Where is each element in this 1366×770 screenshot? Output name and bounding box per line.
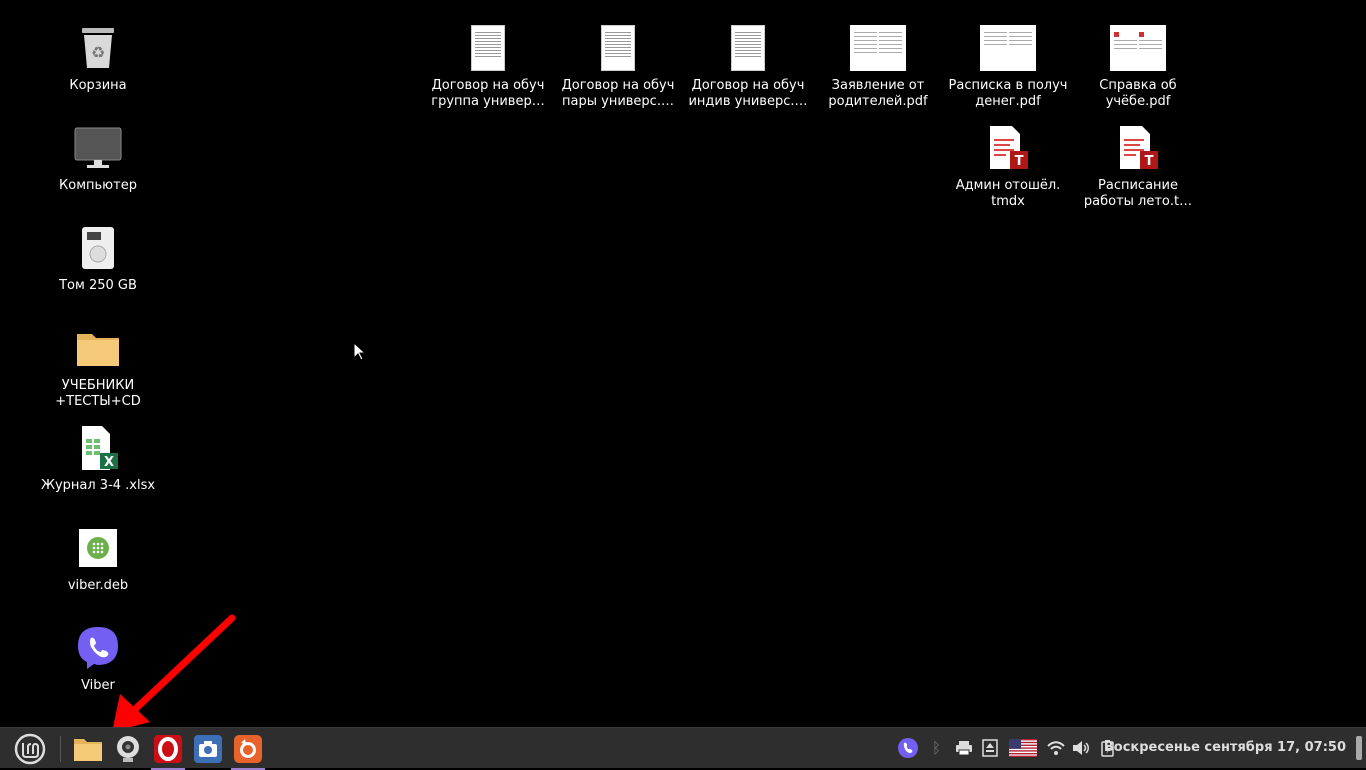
viber-tray-item[interactable] xyxy=(897,728,919,768)
document-thumbnail-icon xyxy=(720,22,776,74)
parents-statement-file[interactable]: Заявление от родителей.pdf xyxy=(818,22,938,110)
viber-deb-label: viber.deb xyxy=(67,578,129,593)
svg-text:♻: ♻ xyxy=(91,43,105,62)
opera-launcher[interactable] xyxy=(151,732,185,770)
volume-label: Том 250 GB xyxy=(59,278,137,293)
printer-icon xyxy=(956,741,972,756)
document-thumbnail-icon xyxy=(460,22,516,74)
keyboard-layout-tray-item[interactable] xyxy=(1009,728,1037,768)
volume-desktop-icon[interactable]: Том 250 GB xyxy=(38,222,158,294)
tmdx-document-icon: T xyxy=(1110,122,1166,174)
document-thumbnail-icon xyxy=(1110,22,1166,74)
contract-group-file[interactable]: Договор на обуч группа универ… xyxy=(428,22,548,110)
volume-tray-item[interactable] xyxy=(1072,728,1090,768)
document-thumbnail-icon xyxy=(590,22,646,74)
contract-pair-file[interactable]: Договор на обуч пары универс.… xyxy=(558,22,678,110)
files-icon xyxy=(74,739,102,761)
summer-schedule-label: Расписание работы лето.t… xyxy=(1083,178,1193,209)
computer-icon xyxy=(70,122,126,174)
viber-deb-file[interactable]: viber.deb xyxy=(38,522,158,594)
bluetooth-icon: ᛒ xyxy=(932,739,942,757)
textbooks-label: УЧЕБНИКИ +ТЕСТЫ+CD xyxy=(55,378,141,409)
trash-label: Корзина xyxy=(69,78,127,93)
contract-pair-label: Договор на обуч пары универс.… xyxy=(561,78,675,109)
screenshot-icon xyxy=(194,735,222,763)
wifi-icon xyxy=(1047,741,1065,755)
firefox-launcher[interactable] xyxy=(231,732,265,770)
textbooks-folder[interactable]: УЧЕБНИКИ +ТЕСТЫ+CD xyxy=(38,322,158,410)
viber-tray-icon xyxy=(898,738,918,758)
spreadsheet-icon: X xyxy=(70,422,126,474)
clock[interactable]: Воскресенье сентября 17, 07:50 xyxy=(1104,740,1346,755)
svg-text:X: X xyxy=(104,455,114,470)
svg-text:T: T xyxy=(1145,154,1154,169)
red-arrow-annotation-icon xyxy=(112,614,236,732)
study-certificate-label: Справка об учёбе.pdf xyxy=(1099,78,1177,109)
package-icon xyxy=(70,522,126,574)
trash-icon: ♻ xyxy=(70,22,126,74)
webcam-icon xyxy=(117,736,139,762)
start-menu-button[interactable] xyxy=(13,732,47,766)
printer-tray-item[interactable] xyxy=(955,728,973,768)
bluetooth-tray-item[interactable]: ᛒ xyxy=(932,728,941,768)
firefox-icon xyxy=(234,735,262,763)
svg-text:T: T xyxy=(1015,154,1024,169)
document-thumbnail-icon xyxy=(850,22,906,74)
summer-schedule-file[interactable]: T Расписание работы лето.t… xyxy=(1078,122,1198,210)
trash-desktop-icon[interactable]: ♻ Корзина xyxy=(38,22,158,94)
parents-statement-label: Заявление от родителей.pdf xyxy=(828,78,928,109)
update-tray-item[interactable] xyxy=(982,728,998,768)
webcam-launcher[interactable] xyxy=(111,732,145,766)
us-flag-icon xyxy=(1009,739,1037,757)
files-launcher[interactable] xyxy=(71,732,105,766)
drive-icon xyxy=(70,222,126,274)
speaker-icon xyxy=(1073,741,1089,755)
show-desktop-button[interactable] xyxy=(1356,736,1362,760)
screenshot-launcher[interactable] xyxy=(191,732,225,766)
taskbar-separator xyxy=(60,736,61,762)
admin-away-file[interactable]: T Админ отошёл. tmdx xyxy=(948,122,1068,210)
update-manager-icon xyxy=(982,739,998,757)
receipt-label: Расписка в получ денег.pdf xyxy=(948,78,1068,109)
mouse-cursor-icon xyxy=(353,342,367,361)
taskbar: ᛒ Воскресенье сентября 17, 07:50 xyxy=(0,727,1366,770)
journal-label: Журнал 3-4 .xlsx xyxy=(40,478,156,493)
contract-individual-file[interactable]: Договор на обуч индив универс.… xyxy=(688,22,808,110)
linux-mint-icon xyxy=(14,733,46,765)
contract-group-label: Договор на обуч группа универ… xyxy=(431,78,545,109)
receipt-file[interactable]: Расписка в получ денег.pdf xyxy=(948,22,1068,110)
folder-icon xyxy=(70,322,126,374)
computer-label: Компьютер xyxy=(59,178,137,193)
document-thumbnail-icon xyxy=(980,22,1036,74)
opera-icon xyxy=(154,735,182,763)
journal-xlsx-file[interactable]: X Журнал 3-4 .xlsx xyxy=(38,422,158,494)
tmdx-document-icon: T xyxy=(980,122,1036,174)
contract-individual-label: Договор на обуч индив универс.… xyxy=(688,78,808,109)
network-tray-item[interactable] xyxy=(1047,728,1065,768)
admin-away-label: Админ отошёл. tmdx xyxy=(955,178,1061,209)
computer-desktop-icon[interactable]: Компьютер xyxy=(38,122,158,194)
study-certificate-file[interactable]: Справка об учёбе.pdf xyxy=(1078,22,1198,110)
